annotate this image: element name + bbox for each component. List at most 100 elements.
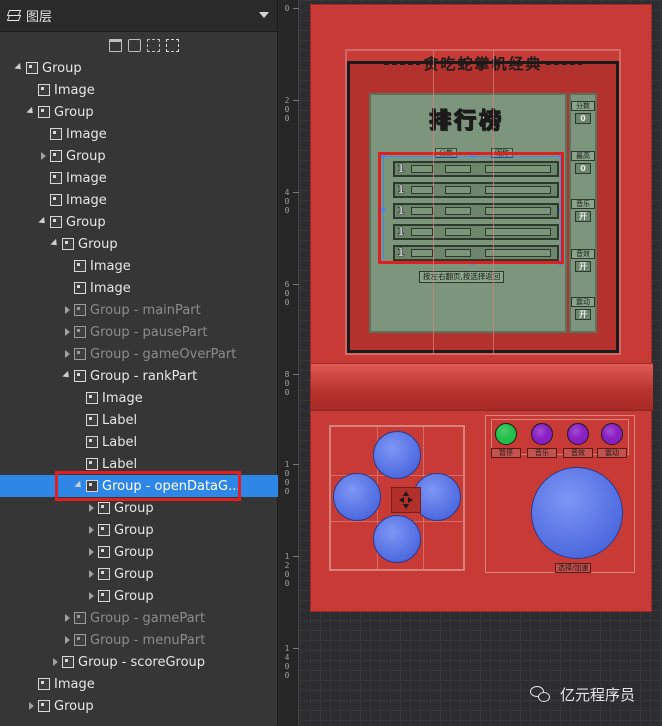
game-title-bar: 贪吃蛇掌机经典: [369, 53, 597, 73]
small-button[interactable]: [531, 423, 553, 445]
layer-row[interactable]: Group - gamePart: [0, 607, 278, 629]
expand-arrow-icon[interactable]: [50, 239, 60, 249]
node-icon: [74, 348, 86, 360]
node-icon: [98, 546, 110, 558]
ruler-label: 0: [284, 671, 290, 680]
layer-row[interactable]: Image: [0, 387, 278, 409]
layer-row[interactable]: Group: [0, 145, 278, 167]
collapse-menu-icon[interactable]: [259, 12, 269, 18]
node-icon: [50, 150, 62, 162]
layer-row[interactable]: Group: [0, 57, 278, 79]
vertical-ruler: 0200400600800100012001400: [279, 0, 299, 726]
node-icon: [38, 700, 50, 712]
layer-row[interactable]: Group: [0, 233, 278, 255]
layer-row[interactable]: Group: [0, 541, 278, 563]
collapse-arrow-icon[interactable]: [86, 591, 96, 601]
ruler-mark: [293, 284, 299, 285]
layer-label: Image: [66, 170, 107, 186]
collapse-arrow-icon[interactable]: [62, 327, 72, 337]
node-icon: [86, 458, 98, 470]
handheld-device[interactable]: 贪吃蛇掌机经典 排行榜 分数 昵称 11111 按左右翻页,按选择返回 分数 0 最…: [310, 4, 653, 612]
side-stat: 震动开: [569, 297, 597, 320]
layer-label: Group - mainPart: [90, 302, 201, 318]
layer-row[interactable]: Image: [0, 189, 278, 211]
layer-row[interactable]: Image: [0, 79, 278, 101]
collapse-arrow-icon[interactable]: [86, 525, 96, 535]
layer-label: Label: [102, 412, 138, 428]
trash-icon[interactable]: [108, 38, 122, 52]
layer-row[interactable]: Image: [0, 167, 278, 189]
node-icon: [26, 62, 38, 74]
collapse-arrow-icon[interactable]: [26, 701, 36, 711]
side-stat-label: 音乐: [571, 199, 595, 209]
dpad-down-button[interactable]: [373, 515, 421, 563]
small-button[interactable]: [567, 423, 589, 445]
node-icon: [74, 304, 86, 316]
side-stat-label: 震动: [571, 297, 595, 307]
layer-row[interactable]: Group: [0, 519, 278, 541]
collapse-arrow-icon[interactable]: [62, 305, 72, 315]
group-icon[interactable]: [146, 38, 160, 52]
expand-arrow-icon[interactable]: [62, 371, 72, 381]
layer-row[interactable]: Image: [0, 673, 278, 695]
small-button[interactable]: [495, 423, 517, 445]
select-speedup-button[interactable]: [531, 467, 623, 559]
annotation-highlight-canvas: [378, 152, 564, 264]
layer-row[interactable]: Group - scoreGroup: [0, 651, 278, 673]
collapse-arrow-icon[interactable]: [62, 613, 72, 623]
dpad-up-button[interactable]: [373, 431, 421, 479]
layer-row[interactable]: Group - menuPart: [0, 629, 278, 651]
ruler-label: 0: [284, 298, 290, 307]
layer-row[interactable]: Group - gameOverPart: [0, 343, 278, 365]
title-dash-left: [384, 61, 421, 65]
ungroup-icon[interactable]: [165, 38, 179, 52]
layer-row[interactable]: Label: [0, 409, 278, 431]
layer-row[interactable]: Image: [0, 255, 278, 277]
node-icon: [98, 502, 110, 514]
small-button-label: 震动: [597, 448, 627, 458]
layer-label: Group: [114, 588, 154, 604]
collapse-arrow-icon[interactable]: [86, 547, 96, 557]
panel-header: 图层: [0, 0, 277, 32]
layer-row[interactable]: Label: [0, 431, 278, 453]
collapse-arrow-icon[interactable]: [62, 349, 72, 359]
ruler-mark: [293, 100, 299, 101]
scene-canvas[interactable]: 贪吃蛇掌机经典 排行榜 分数 昵称 11111 按左右翻页,按选择返回 分数 0 最…: [300, 0, 662, 726]
expand-arrow-icon[interactable]: [26, 107, 36, 117]
layer-row[interactable]: Group: [0, 563, 278, 585]
layer-row[interactable]: Group: [0, 585, 278, 607]
collapse-arrow-icon[interactable]: [50, 657, 60, 667]
layer-row[interactable]: Image: [0, 277, 278, 299]
layer-row[interactable]: Group - rankPart: [0, 365, 278, 387]
node-icon: [62, 238, 74, 250]
collapse-arrow-icon[interactable]: [86, 503, 96, 513]
arrow-spacer: [26, 679, 36, 689]
collapse-arrow-icon[interactable]: [62, 635, 72, 645]
node-icon: [98, 524, 110, 536]
expand-arrow-icon[interactable]: [14, 63, 24, 73]
layer-row[interactable]: Group: [0, 211, 278, 233]
panel-title: 图层: [26, 10, 53, 25]
side-stat-value: 0: [575, 113, 591, 124]
side-stat-value: 开: [575, 211, 591, 222]
collapse-arrow-icon[interactable]: [38, 151, 48, 161]
ruler-label: 2: [284, 96, 290, 105]
layer-row[interactable]: Group: [0, 101, 278, 123]
collapse-arrow-icon[interactable]: [86, 569, 96, 579]
layer-row[interactable]: Image: [0, 123, 278, 145]
dpad-left-button[interactable]: [333, 473, 381, 521]
ruler-label: 0: [284, 379, 290, 388]
layer-label: Group - pausePart: [90, 324, 208, 340]
node-icon: [50, 128, 62, 140]
copy-icon[interactable]: [127, 38, 141, 52]
layer-row[interactable]: Group: [0, 695, 278, 717]
layer-row[interactable]: Group - mainPart: [0, 299, 278, 321]
node-icon: [50, 194, 62, 206]
layer-row[interactable]: Group - pausePart: [0, 321, 278, 343]
ruler-label: 0: [284, 579, 290, 588]
expand-arrow-icon[interactable]: [38, 217, 48, 227]
node-icon: [86, 392, 98, 404]
node-icon: [38, 106, 50, 118]
small-button[interactable]: [601, 423, 623, 445]
layer-label: Group: [66, 148, 106, 164]
